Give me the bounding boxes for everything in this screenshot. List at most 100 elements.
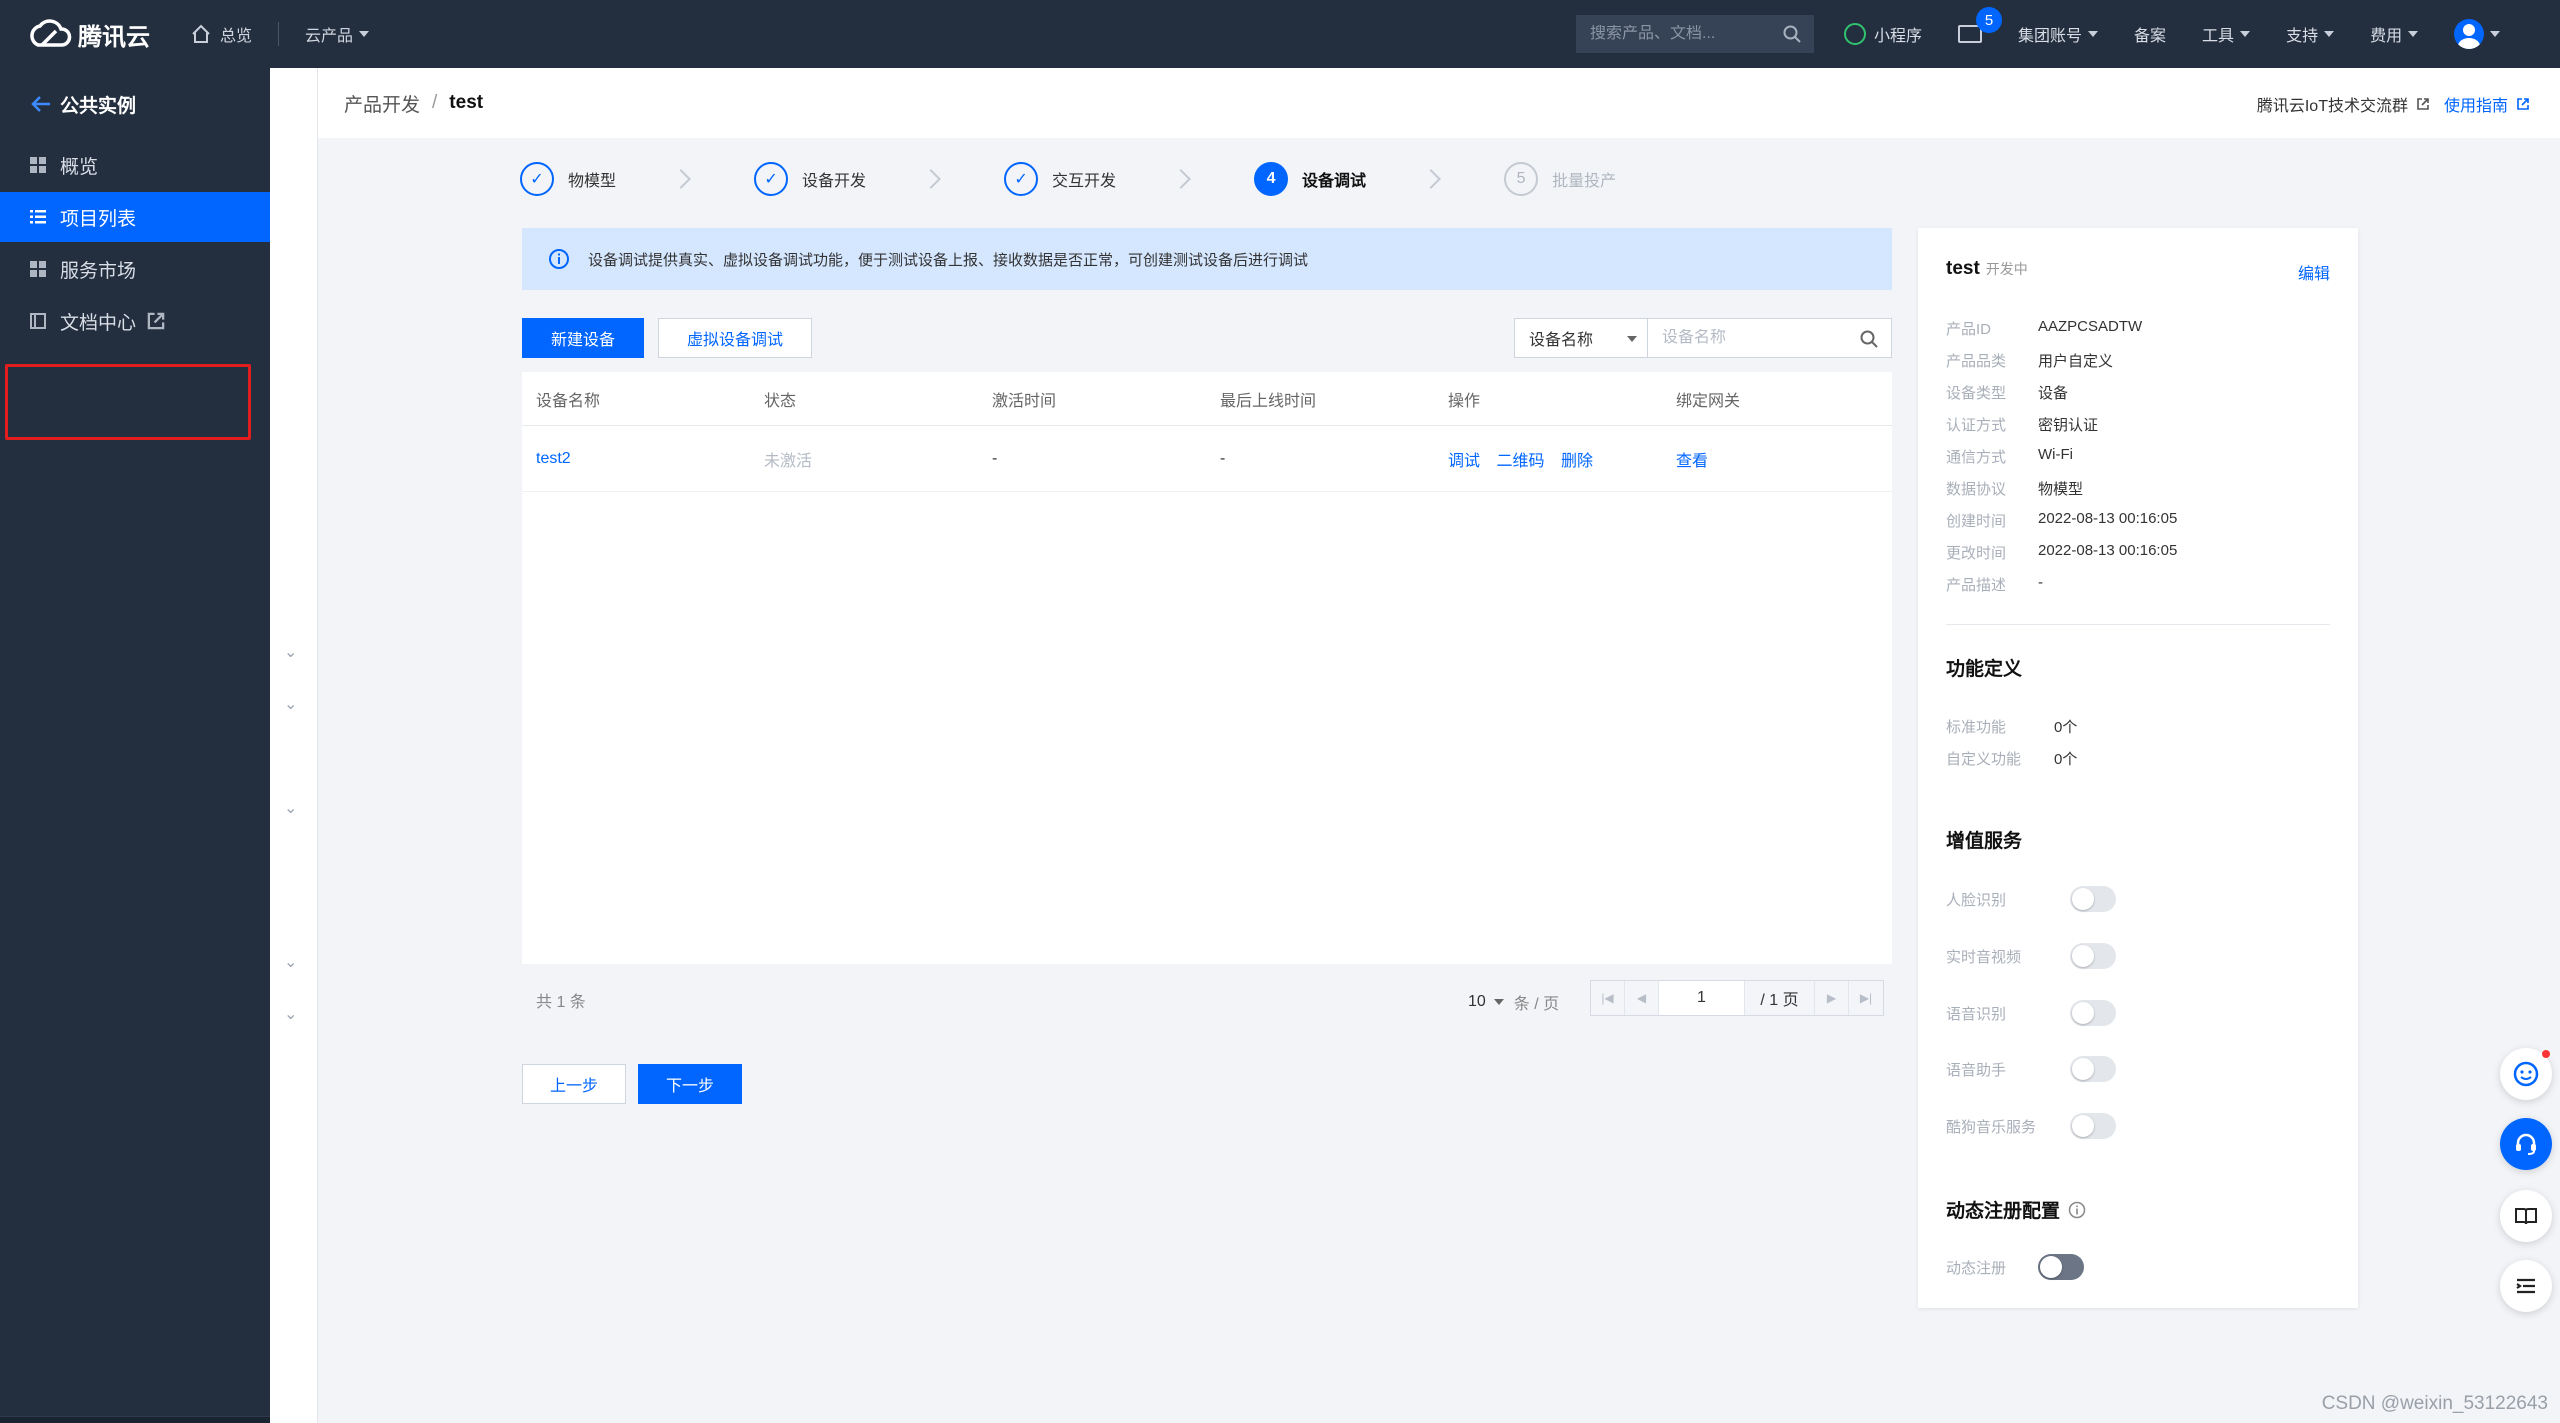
search-icon[interactable] (1782, 24, 1802, 44)
total-count: 共 1 条 (536, 994, 586, 1011)
prev-step-button[interactable]: 上一步 (522, 1064, 626, 1104)
billing-menu[interactable]: 费用 (2370, 22, 2419, 46)
support-fab[interactable] (2500, 1118, 2552, 1170)
info-icon (549, 249, 569, 269)
prop-row: 创建时间 2022-08-13 00:16:05 (1946, 510, 2177, 531)
step-interaction-dev[interactable]: ✓ 交互开发 (1004, 162, 1116, 196)
sidebar-collapse[interactable] (0, 1416, 270, 1423)
delete-link[interactable]: 删除 (1561, 453, 1593, 470)
device-activated-time: - (992, 449, 998, 467)
chevron-down-icon (359, 31, 370, 37)
debug-link[interactable]: 调试 (1448, 453, 1480, 470)
prev-page-icon[interactable]: ◀ (1625, 981, 1659, 1015)
page-navigator: |◀ ◀ 1 / 1 页 ▶ ▶| (1590, 980, 1884, 1016)
sidebar-item-service-market[interactable]: 服务市场 (0, 244, 270, 294)
func-value: 0个 (2054, 751, 2078, 768)
filing-link[interactable]: 备案 (2134, 22, 2166, 46)
kugou-music-toggle[interactable] (2070, 1113, 2116, 1139)
step-device-debug[interactable]: 4 设备调试 (1254, 162, 1366, 196)
edit-link[interactable]: 编辑 (2298, 260, 2330, 284)
sidebar-item-label: 文档中心 (60, 312, 137, 334)
rtc-toggle[interactable] (2070, 943, 2116, 969)
column-header: 操作 (1448, 392, 1481, 410)
group-account-menu[interactable]: 集团账号 (2018, 22, 2099, 46)
brand-logo[interactable]: 腾讯云 (26, 17, 176, 52)
sidebar-item-label: 服务市场 (60, 260, 137, 282)
cloud-logo-icon (30, 19, 72, 47)
prop-row: 设备类型 设备 (1946, 382, 2068, 403)
virtual-debug-button[interactable]: 虚拟设备调试 (658, 318, 812, 358)
column-header: 最后上线时间 (1220, 392, 1317, 410)
device-search-box[interactable] (1648, 318, 1892, 358)
avatar (2454, 19, 2485, 49)
top-search-box[interactable] (1576, 15, 1814, 53)
nav-home[interactable]: 总览 (190, 22, 252, 46)
doc-icon (30, 313, 46, 329)
stepper: ✓ 物模型 ✓ 设备开发 ✓ 交互开发 4 设备调试 5 批量投产 (520, 162, 1616, 196)
user-menu[interactable] (2454, 19, 2501, 49)
support-menu[interactable]: 支持 (2286, 22, 2335, 46)
mail-button[interactable]: 5 (1958, 7, 2003, 43)
first-page-icon[interactable]: |◀ (1591, 981, 1625, 1015)
service-label: 实时音视频 (1946, 948, 2022, 966)
dynamic-register-title: 动态注册配置 (1946, 1196, 2086, 1223)
prop-value: 2022-08-13 00:16:05 (2038, 542, 2178, 559)
voice-assistant-toggle[interactable] (2070, 1056, 2116, 1082)
mini-program-link[interactable]: 小程序 (1844, 22, 1922, 46)
top-search-input[interactable] (1590, 25, 1770, 43)
page-input[interactable]: 1 (1659, 981, 1745, 1015)
prop-key: 创建时间 (1946, 513, 2007, 530)
device-name-link[interactable]: test2 (522, 450, 750, 468)
service-row: 实时音视频 (1946, 943, 2116, 969)
community-link[interactable]: 腾讯云IoT技术交流群 (2257, 92, 2408, 116)
sidebar-back[interactable]: 公共实例 (0, 68, 270, 140)
secondary-strip: ⌄ ⌄ ⌄ ⌄ ⌄ (270, 68, 318, 1423)
prop-row: 数据协议 物模型 (1946, 478, 2083, 499)
device-search-input[interactable] (1662, 329, 1852, 347)
view-gateway-link[interactable]: 查看 (1662, 447, 1892, 471)
product-info-panel: test 开发中 编辑 产品ID AAZPCSADTW 产品品类 用户自定义 设备类型… (1918, 228, 2358, 1308)
prop-row: 产品ID AAZPCSADTW (1946, 318, 2142, 339)
step-number: 4 (1254, 162, 1289, 196)
func-row: 自定义功能 0个 (1946, 748, 2077, 769)
filter-select[interactable]: 设备名称 (1514, 318, 1648, 358)
sidebar-item-doc-center[interactable]: 文档中心 (0, 296, 270, 346)
face-recognition-toggle[interactable] (2070, 886, 2116, 912)
docs-fab[interactable] (2500, 1190, 2552, 1242)
new-device-button[interactable]: 新建设备 (522, 318, 644, 358)
info-icon[interactable] (2068, 1201, 2086, 1219)
external-link-icon (2417, 98, 2429, 110)
guide-link[interactable]: 使用指南 (2444, 92, 2508, 116)
qrcode-link[interactable]: 二维码 (1496, 453, 1544, 470)
assistant-fab[interactable] (2500, 1048, 2552, 1100)
menu-fab[interactable] (2500, 1260, 2552, 1312)
sidebar-item-overview[interactable]: 概览 (0, 140, 270, 190)
column-header: 状态 (764, 392, 797, 410)
sidebar-item-label: 概览 (60, 156, 99, 178)
page-size-select[interactable]: 10 条 / 页 (1468, 990, 1559, 1014)
tools-menu[interactable]: 工具 (2202, 22, 2251, 46)
chevron-right-icon (1421, 169, 1441, 189)
group-account-label: 集团账号 (2018, 28, 2083, 45)
breadcrumb: 产品开发 / test (344, 90, 483, 117)
speech-recognition-toggle[interactable] (2070, 1000, 2116, 1026)
step-device-dev[interactable]: ✓ 设备开发 (754, 162, 866, 196)
step-mass-production[interactable]: 5 批量投产 (1504, 162, 1616, 196)
step-thing-model[interactable]: ✓ 物模型 (520, 162, 616, 196)
chevron-down-icon (2240, 31, 2251, 37)
column-header: 绑定网关 (1676, 392, 1741, 410)
search-icon[interactable] (1859, 329, 1879, 349)
sidebar-item-project-list[interactable]: 项目列表 (0, 192, 270, 242)
nav-cloud-products[interactable]: 云产品 (305, 22, 370, 46)
chevron-down-icon (2088, 31, 2099, 37)
check-icon: ✓ (1004, 162, 1039, 196)
prop-row: 通信方式 Wi-Fi (1946, 446, 2073, 467)
next-step-button[interactable]: 下一步 (638, 1064, 742, 1104)
device-table: 设备名称 状态 激活时间 最后上线时间 操作 绑定网关 test2 未激活 - … (522, 372, 1892, 964)
mail-icon: 5 (1958, 7, 2003, 43)
page-size-value: 10 (1468, 993, 1486, 1010)
dynamic-register-toggle[interactable] (2038, 1254, 2084, 1280)
next-page-icon[interactable]: ▶ (1815, 981, 1849, 1015)
breadcrumb-parent[interactable]: 产品开发 (344, 90, 420, 117)
last-page-icon[interactable]: ▶| (1849, 981, 1883, 1015)
